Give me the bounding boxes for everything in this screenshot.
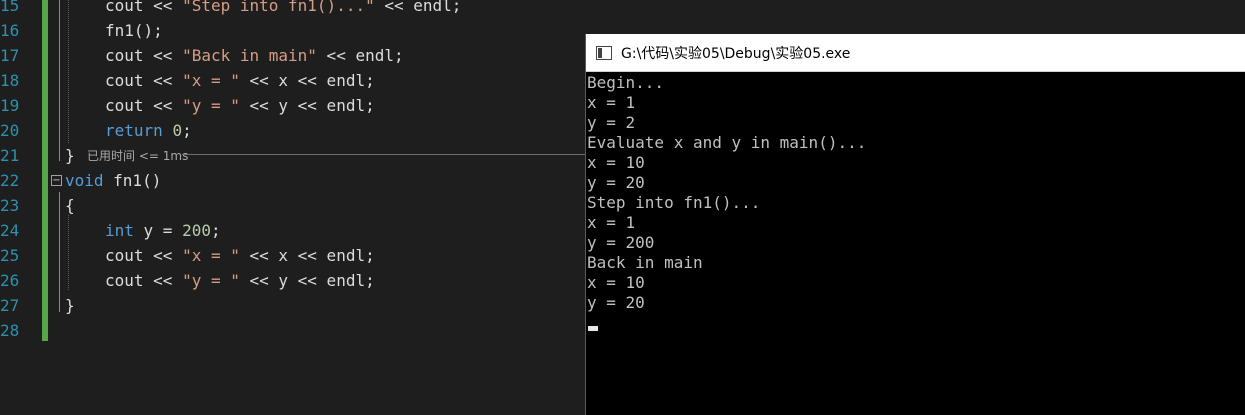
console-window[interactable]: G:\代码\实验05\Debug\实验05.exe Begin... x = 1…: [585, 34, 1245, 415]
perf-tip[interactable]: 已用时间 <= 1ms: [87, 147, 188, 164]
code-line: cout << "Step into fn1()..." << endl;: [105, 0, 462, 15]
code-line: return 0;: [105, 121, 192, 140]
line-number: 24: [0, 221, 20, 240]
code-line: {: [65, 196, 75, 215]
console-line: y = 2: [587, 113, 636, 132]
console-titlebar[interactable]: G:\代码\实验05\Debug\实验05.exe: [586, 34, 1245, 72]
console-line: Step into fn1()...: [587, 193, 761, 212]
code-line: cout << "Back in main" << endl;: [105, 46, 404, 65]
line-number: 17: [0, 46, 20, 65]
change-tracking-bar: [42, 0, 48, 341]
console-line: y = 200: [587, 233, 655, 252]
line-number: 26: [0, 271, 20, 290]
line-number: 23: [0, 196, 20, 215]
fold-bracket: [59, 0, 60, 161]
line-number: 16: [0, 21, 20, 40]
line-number: 27: [0, 296, 20, 315]
line-number: 18: [0, 71, 20, 90]
code-line: }: [65, 146, 75, 165]
fold-bracket: [59, 192, 60, 312]
console-line: x = 1: [587, 213, 636, 232]
console-line: y = 20: [587, 293, 645, 312]
code-line: void fn1(): [65, 171, 162, 190]
line-number: 21: [0, 146, 20, 165]
console-line: Begin...: [587, 73, 665, 92]
console-title: G:\代码\实验05\Debug\实验05.exe: [621, 46, 851, 62]
perf-tip-divider: [182, 154, 585, 155]
code-line: int y = 200;: [105, 221, 221, 240]
console-line: y = 20: [587, 173, 645, 192]
console-app-icon: [596, 46, 612, 60]
indent-guide: [68, 215, 69, 290]
line-number: 15: [0, 0, 20, 15]
line-number: 19: [0, 96, 20, 115]
console-cursor: [588, 326, 598, 331]
code-line: cout << "y = " << y << endl;: [105, 271, 375, 290]
code-line: }: [65, 296, 75, 315]
line-number: 28: [0, 321, 20, 340]
line-number: 25: [0, 246, 20, 265]
collapse-toggle-icon[interactable]: −: [51, 175, 62, 186]
code-line: cout << "x = " << x << endl;: [105, 71, 375, 90]
indent-guide: [68, 0, 69, 143]
code-line: fn1();: [105, 21, 163, 40]
console-line: x = 10: [587, 273, 645, 292]
line-number: 20: [0, 121, 20, 140]
console-line: Back in main: [587, 253, 703, 272]
line-number: 22: [0, 171, 20, 190]
code-line: cout << "x = " << x << endl;: [105, 246, 375, 265]
code-line: cout << "y = " << y << endl;: [105, 96, 375, 115]
console-line: Evaluate x and y in main()...: [587, 133, 867, 152]
console-line: x = 10: [587, 153, 645, 172]
console-line: x = 1: [587, 93, 636, 112]
